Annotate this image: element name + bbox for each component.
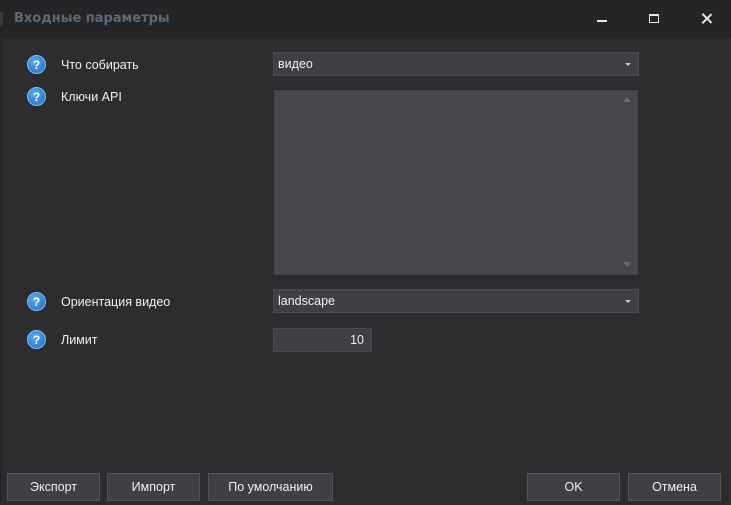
cancel-button[interactable]: Отмена xyxy=(628,473,721,501)
minimize-button[interactable] xyxy=(582,4,622,32)
param-label-limit: Лимит xyxy=(61,333,98,347)
left-edge xyxy=(0,38,2,505)
api-keys-textarea[interactable] xyxy=(273,89,639,276)
title-accent xyxy=(0,12,3,26)
export-button[interactable]: Экспорт xyxy=(7,473,100,501)
close-button[interactable] xyxy=(686,4,726,32)
maximize-icon xyxy=(649,13,659,23)
window-title: Входные параметры xyxy=(14,11,170,26)
video-orientation-select[interactable]: landscape xyxy=(273,289,639,313)
video-orientation-value: landscape xyxy=(278,294,335,308)
close-icon xyxy=(701,13,712,24)
param-label-api-keys: Ключи API xyxy=(61,90,122,104)
param-label-what-to-collect: Что собирать xyxy=(61,58,139,72)
import-button[interactable]: Импорт xyxy=(107,473,200,501)
help-icon[interactable]: ? xyxy=(27,292,46,311)
what-to-collect-select[interactable]: видео xyxy=(273,52,639,76)
help-icon[interactable]: ? xyxy=(27,87,46,106)
param-label-video-orientation: Ориентация видео xyxy=(61,295,171,309)
title-bar[interactable]: Входные параметры xyxy=(0,0,731,38)
chevron-down-icon xyxy=(625,300,631,303)
chevron-down-icon xyxy=(625,63,631,66)
help-icon[interactable]: ? xyxy=(27,55,46,74)
minimize-icon xyxy=(597,20,607,22)
help-icon[interactable]: ? xyxy=(27,330,46,349)
ok-button[interactable]: OK xyxy=(527,473,620,501)
scroll-down-icon[interactable] xyxy=(623,262,631,267)
scroll-up-icon[interactable] xyxy=(623,97,631,102)
what-to-collect-value: видео xyxy=(278,57,313,71)
reset-defaults-button[interactable]: По умолчанию xyxy=(208,473,333,501)
input-parameters-dialog: Входные параметры ? Что собирать видео ?… xyxy=(0,0,731,505)
limit-input[interactable]: 10 xyxy=(273,328,372,352)
maximize-button[interactable] xyxy=(634,4,674,32)
